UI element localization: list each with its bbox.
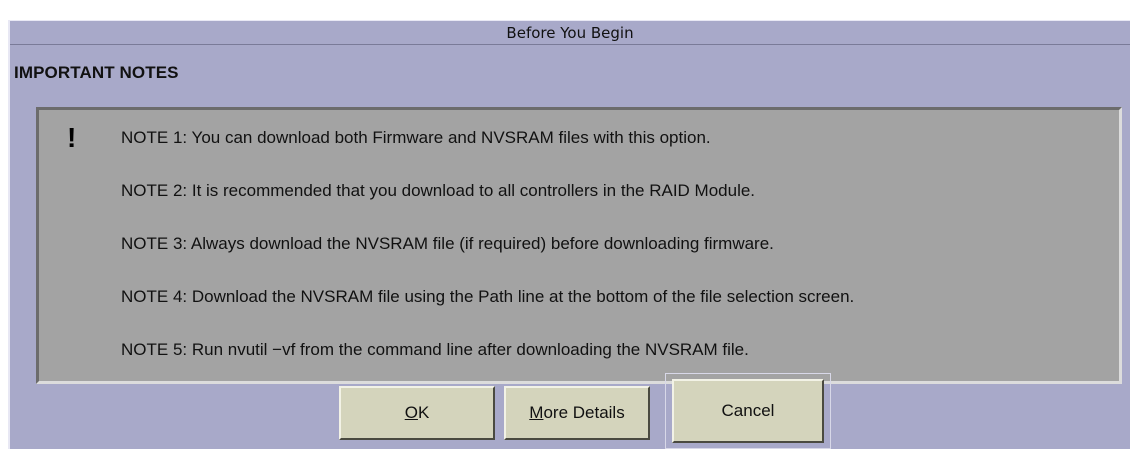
ok-mnemonic: O	[404, 403, 418, 422]
important-notes-heading: IMPORTANT NOTES	[14, 63, 179, 82]
notes-panel: ! NOTE 1: You can download both Firmware…	[36, 107, 1122, 384]
note-5: NOTE 5: Run nvutil −vf from the command …	[121, 340, 749, 359]
before-you-begin-dialog: Before You Begin IMPORTANT NOTES ! NOTE …	[8, 20, 1130, 449]
more-details-mnemonic: M	[529, 403, 544, 422]
note-1: NOTE 1: You can download both Firmware a…	[121, 128, 711, 147]
more-details-button[interactable]: More Details	[504, 386, 650, 440]
note-3: NOTE 3: Always download the NVSRAM file …	[121, 234, 774, 253]
note-4: NOTE 4: Download the NVSRAM file using t…	[121, 287, 855, 306]
exclamation-icon: !	[67, 122, 77, 153]
dialog-title: Before You Begin	[10, 21, 1130, 45]
note-2: NOTE 2: It is recommended that you downl…	[121, 181, 756, 200]
cancel-default-frame: Cancel	[665, 373, 831, 449]
ok-label-rest: K	[417, 403, 430, 422]
more-details-label-rest: ore Details	[543, 403, 625, 422]
ok-button[interactable]: OK	[339, 386, 495, 440]
cancel-button[interactable]: Cancel	[672, 379, 824, 443]
